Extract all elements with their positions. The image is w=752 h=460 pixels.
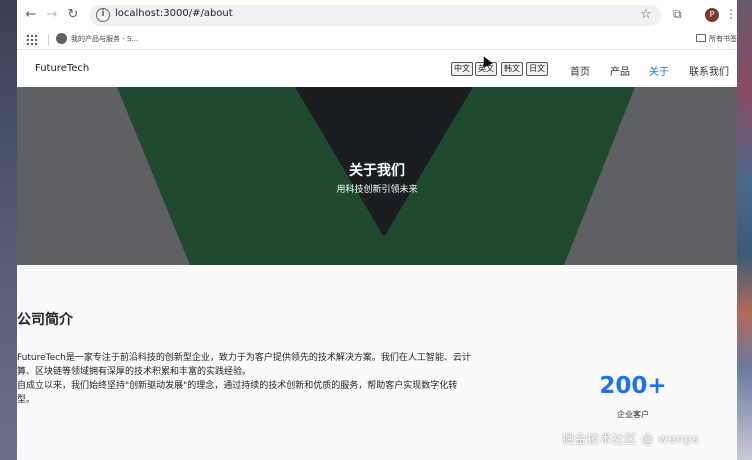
globe-icon (56, 33, 67, 44)
reload-icon[interactable]: ↻ (65, 7, 81, 23)
bookmark-star-icon[interactable]: ☆ (640, 7, 652, 22)
address-url: localhost:3000/#/about (115, 8, 233, 19)
apps-grid-icon[interactable] (26, 34, 37, 45)
desktop-background-left (0, 0, 17, 460)
lang-button-ko[interactable]: 韩文 (501, 62, 523, 76)
nav-products[interactable]: 产品 (610, 63, 630, 78)
intro-line-1: FutureTech是一家专注于前沿科技的创新型企业，致力于为客户提供领先的技术… (17, 353, 471, 377)
lang-button-zh[interactable]: 中文 (451, 62, 473, 76)
lang-button-ja[interactable]: 日文 (526, 62, 548, 76)
intro-line-2: 自成立以来，我们始终坚持"创新驱动发展"的理念，通过持续的技术创新和优质的服务，… (17, 381, 458, 405)
browser-window: ← → ↻ i localhost:3000/#/about ☆ ⧉ P ⋮ 我… (17, 0, 737, 460)
forward-icon[interactable]: → (44, 7, 60, 23)
back-icon[interactable]: ← (23, 7, 39, 23)
site-logo[interactable]: FutureTech (35, 63, 89, 74)
site-info-icon[interactable]: i (96, 8, 110, 22)
intro-paragraph: FutureTech是一家专注于前沿科技的创新型企业，致力于为客户提供领先的技术… (17, 351, 475, 407)
web-page: FutureTech 中文 英文 韩文 日文 首页 产品 关于 联系我们 关于我… (17, 50, 737, 460)
browser-toolbar: ← → ↻ i localhost:3000/#/about ☆ ⧉ P ⋮ (17, 0, 737, 30)
nav-about[interactable]: 关于 (649, 63, 669, 78)
nav-contact[interactable]: 联系我们 (689, 63, 729, 78)
hero-banner: 关于我们 用科技创新引领未来 (17, 87, 737, 265)
site-header: FutureTech 中文 英文 韩文 日文 首页 产品 关于 联系我们 (17, 50, 737, 87)
extensions-icon[interactable]: ⧉ (673, 7, 682, 22)
address-bar[interactable]: i localhost:3000/#/about ☆ (89, 5, 661, 26)
hero-subtitle: 用科技创新引领未来 (336, 185, 418, 195)
profile-avatar[interactable]: P (705, 8, 719, 22)
bookmark-item[interactable]: 我的产品与服务 - S... (71, 34, 138, 44)
desktop-background-right (737, 0, 752, 460)
stat-value: 200+ (599, 373, 667, 399)
watermark: 掘金技术社区 @ wenps (562, 432, 700, 446)
stat-label: 企业客户 (617, 410, 649, 419)
hero-title: 关于我们 (349, 163, 405, 179)
all-bookmarks-button[interactable]: 所有书签 (709, 34, 737, 44)
browser-menu-icon[interactable]: ⋮ (725, 7, 737, 21)
section-title: 公司简介 (17, 312, 73, 328)
bookmarks-divider (48, 34, 49, 46)
folder-icon (696, 34, 706, 42)
nav-home[interactable]: 首页 (570, 63, 590, 78)
bookmarks-bar: 我的产品与服务 - S... 所有书签 (17, 30, 737, 50)
